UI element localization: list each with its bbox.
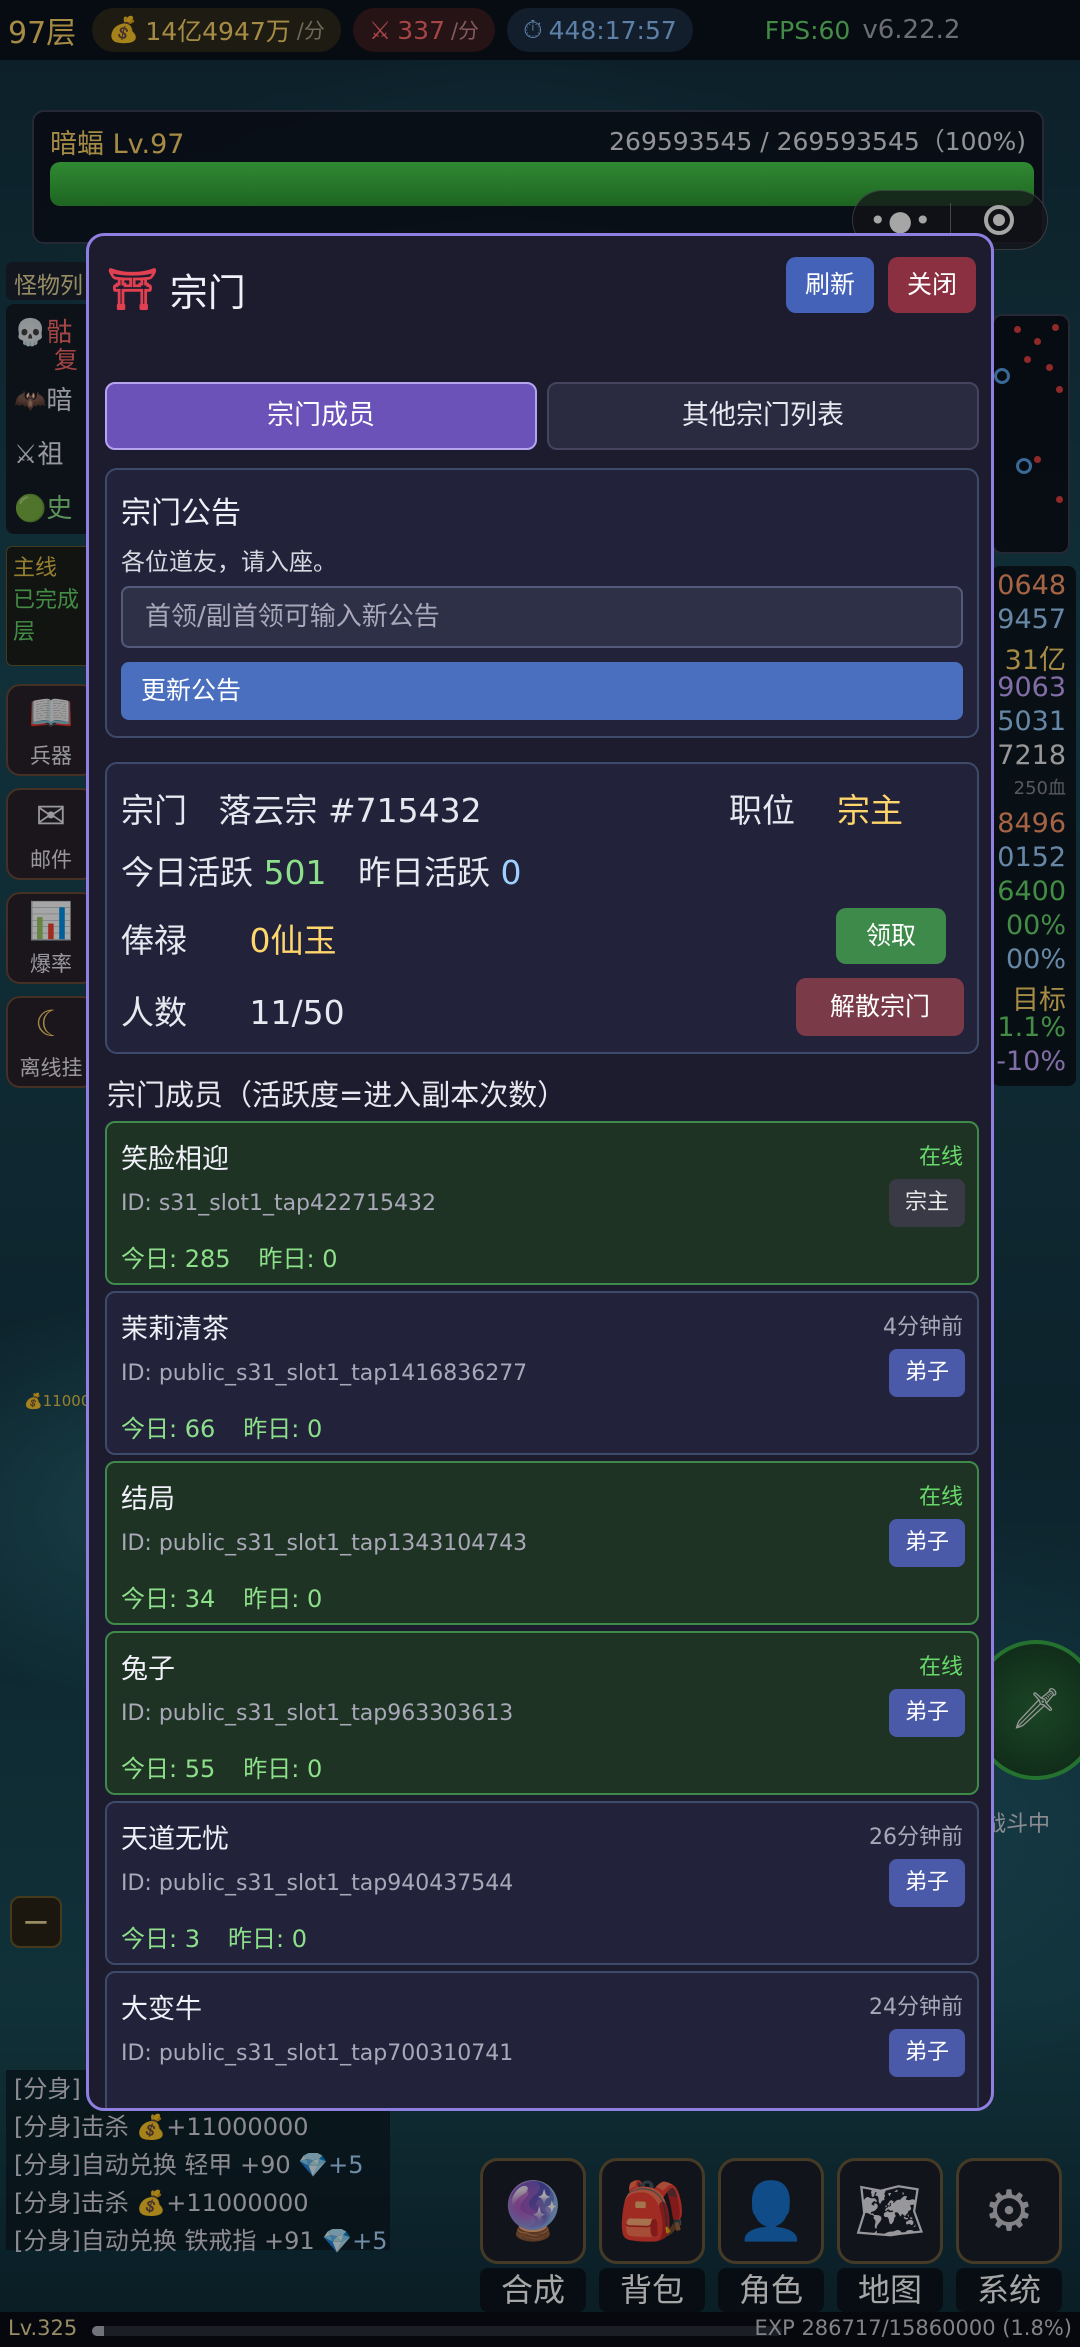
notice-content: 各位道友，请入座。 (121, 548, 337, 576)
position-row: 职位 宗主 (729, 784, 903, 832)
member-rank-badge[interactable]: 弟子 (889, 1519, 965, 1567)
member-card[interactable]: 笑脸相迎 在线 ID: s31_slot1_tap422715432 宗主今日: 28… (105, 1121, 979, 1285)
refresh-button[interactable]: 刷新 (786, 257, 874, 313)
yesterday-activity-value: 0 (500, 853, 522, 892)
member-yesterday: 昨日: 0 (243, 1415, 323, 1443)
torii-icon: ⛩ (107, 267, 158, 313)
member-id: ID: s31_slot1_tap422715432 (121, 1191, 436, 1216)
notice-input[interactable]: 首领/副首领可输入新公告 (121, 586, 963, 648)
member-status: 24分钟前 (869, 1995, 963, 2020)
tab-other-sects[interactable]: 其他宗门列表 (547, 382, 979, 450)
member-rank-badge[interactable]: 弟子 (889, 1349, 965, 1397)
member-activity: 今日: 55 昨日: 0 (121, 1749, 322, 1784)
sect-info-card: 宗门 落云宗 #715432 职位 宗主 今日活跃 501 昨日活跃 0 俸禄 … (105, 762, 979, 1054)
member-count-row: 人数 11/50 (121, 986, 345, 1034)
modal-header: ⛩ 宗门 刷新 关闭 (89, 236, 991, 340)
member-name: 笑脸相迎 (121, 1144, 229, 1175)
member-status: 4分钟前 (883, 1315, 963, 1340)
position-value: 宗主 (836, 791, 903, 830)
position-label: 职位 (729, 791, 795, 830)
member-rank-badge[interactable]: 弟子 (889, 1689, 965, 1737)
salary-label: 俸禄 (121, 921, 187, 960)
salary-value: 0仙玉 (249, 921, 337, 960)
member-today: 今日: 3 (121, 1925, 200, 1953)
disband-sect-button[interactable]: 解散宗门 (796, 978, 964, 1036)
modal-title: ⛩ 宗门 (107, 262, 246, 317)
member-card[interactable]: 天道无忧 26分钟前 ID: public_s31_slot1_tap9404375… (105, 1801, 979, 1965)
member-name: 结局 (121, 1484, 175, 1515)
member-activity: 今日: 34 昨日: 0 (121, 1579, 322, 1614)
member-status: 在线 (918, 1655, 963, 1680)
member-rank-badge[interactable]: 弟子 (889, 2029, 965, 2077)
member-id: ID: public_s31_slot1_tap1416836277 (121, 1361, 528, 1386)
member-yesterday: 昨日: 0 (258, 1245, 338, 1273)
claim-salary-button[interactable]: 领取 (836, 908, 946, 964)
member-id: ID: public_s31_slot1_tap940437544 (121, 1871, 514, 1896)
member-today: 今日: 285 (121, 1245, 231, 1273)
activity-row: 今日活跃 501 昨日活跃 0 (121, 846, 521, 894)
member-yesterday: 昨日: 0 (227, 1925, 307, 1953)
member-name: 大变牛 (121, 1994, 202, 2025)
member-today: 今日: 55 (121, 1755, 216, 1783)
member-status: 在线 (918, 1485, 963, 1510)
member-status: 在线 (918, 1145, 963, 1170)
sect-name: 落云宗 #715432 (218, 791, 482, 830)
member-activity (121, 2089, 149, 2108)
member-id: ID: public_s31_slot1_tap1343104743 (121, 1531, 528, 1556)
member-activity: 今日: 285 昨日: 0 (121, 1239, 338, 1274)
member-yesterday: 昨日: 0 (243, 1755, 323, 1783)
member-name: 天道无忧 (121, 1824, 229, 1855)
tab-sect-members[interactable]: 宗门成员 (105, 382, 537, 450)
member-count-value: 11/50 (249, 993, 345, 1032)
member-id: ID: public_s31_slot1_tap963303613 (121, 1701, 514, 1726)
close-button[interactable]: 关闭 (888, 257, 976, 313)
member-today: 今日: 34 (121, 1585, 216, 1613)
update-notice-button[interactable]: 更新公告 (121, 662, 963, 720)
member-card[interactable]: 兔子 在线 ID: public_s31_slot1_tap963303613 弟子今… (105, 1631, 979, 1795)
member-name: 兔子 (121, 1654, 175, 1685)
member-card[interactable]: 茉莉清茶 4分钟前 ID: public_s31_slot1_tap14168362… (105, 1291, 979, 1455)
member-id: ID: public_s31_slot1_tap700310741 (121, 2041, 514, 2066)
sect-modal: ⛩ 宗门 刷新 关闭 宗门成员 其他宗门列表 宗门公告 各位道友，请入座。 首领… (86, 233, 994, 2111)
member-status: 26分钟前 (869, 1825, 963, 1850)
salary-row: 俸禄 0仙玉 (121, 914, 337, 962)
member-name: 茉莉清茶 (121, 1314, 229, 1345)
today-activity-label: 今日活跃 (121, 853, 253, 892)
notice-heading: 宗门公告 (121, 496, 241, 531)
sect-tabs: 宗门成员 其他宗门列表 (105, 382, 979, 450)
sect-label: 宗门 (121, 791, 187, 830)
today-activity-value: 501 (263, 853, 327, 892)
member-rank-badge[interactable]: 宗主 (889, 1179, 965, 1227)
member-card[interactable]: 大变牛 24分钟前 ID: public_s31_slot1_tap70031074… (105, 1971, 979, 2108)
members-section-title: 宗门成员（活跃度=进入副本次数） (107, 1078, 567, 1112)
yesterday-activity-label: 昨日活跃 (357, 853, 490, 892)
member-today: 今日: 66 (121, 1415, 216, 1443)
sect-notice-card: 宗门公告 各位道友，请入座。 首领/副首领可输入新公告 更新公告 (105, 468, 979, 738)
modal-title-text: 宗门 (169, 271, 246, 315)
member-rank-badge[interactable]: 弟子 (889, 1859, 965, 1907)
member-activity: 今日: 3 昨日: 0 (121, 1919, 307, 1954)
member-yesterday: 昨日: 0 (243, 1585, 323, 1613)
member-activity: 今日: 66 昨日: 0 (121, 1409, 322, 1444)
member-count-label: 人数 (121, 993, 187, 1032)
member-card[interactable]: 结局 在线 ID: public_s31_slot1_tap1343104743 弟子… (105, 1461, 979, 1625)
sect-name-row: 宗门 落云宗 #715432 (121, 784, 482, 832)
